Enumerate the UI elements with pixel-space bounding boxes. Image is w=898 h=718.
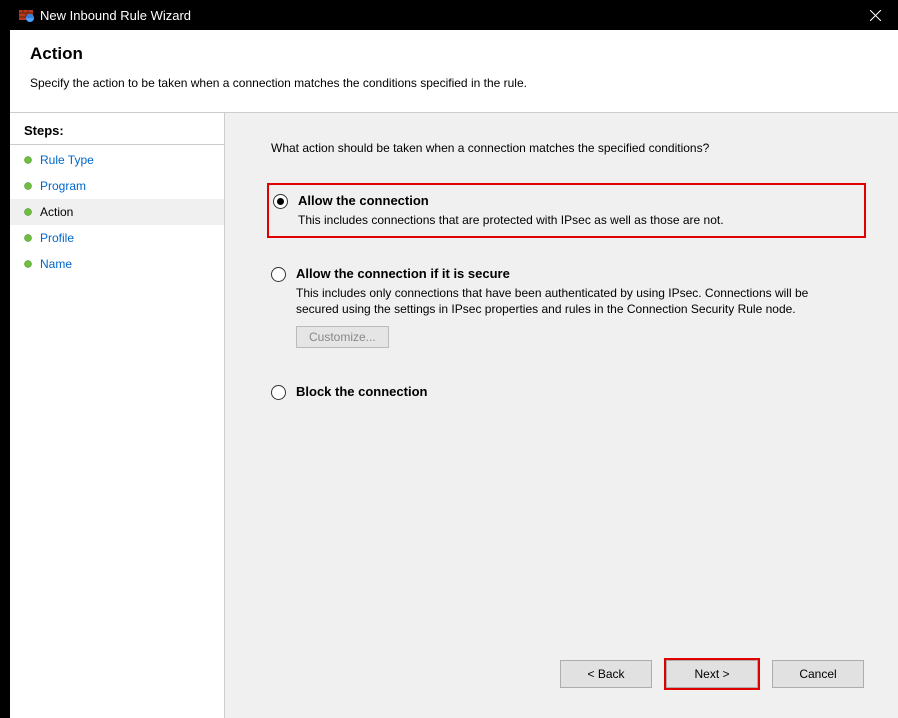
close-button[interactable] [852,0,898,30]
close-icon [870,10,881,21]
step-rule-type[interactable]: Rule Type [10,147,224,173]
option-block: Block the connection [267,376,866,411]
page-title: Action [30,44,878,64]
main-prompt: What action should be taken when a conne… [271,141,866,155]
option-allow-secure: Allow the connection if it is secure Thi… [267,258,866,355]
bullet-icon [24,208,32,216]
wizard-buttons: < Back Next > Cancel [267,658,866,698]
steps-heading: Steps: [10,119,224,145]
option-allow-desc: This includes connections that are prote… [298,212,818,228]
back-button[interactable]: < Back [560,660,652,688]
bullet-icon [24,260,32,268]
page-description: Specify the action to be taken when a co… [30,76,878,90]
option-allow-title: Allow the connection [298,193,856,208]
radio-block[interactable] [271,385,286,400]
titlebar: New Inbound Rule Wizard [10,0,898,30]
option-allow: Allow the connection This includes conne… [267,183,866,238]
step-profile[interactable]: Profile [10,225,224,251]
step-label: Name [40,257,72,271]
bullet-icon [24,234,32,242]
step-name[interactable]: Name [10,251,224,277]
radio-allow-secure[interactable] [271,267,286,282]
next-button[interactable]: Next > [666,660,758,688]
option-allow-secure-title: Allow the connection if it is secure [296,266,858,281]
step-program[interactable]: Program [10,173,224,199]
radio-allow[interactable] [273,194,288,209]
bullet-icon [24,182,32,190]
main-panel: What action should be taken when a conne… [225,113,898,718]
option-allow-secure-desc: This includes only connections that have… [296,285,816,317]
firewall-icon [18,7,34,23]
option-block-title: Block the connection [296,384,858,399]
cancel-button[interactable]: Cancel [772,660,864,688]
step-label: Action [40,205,73,219]
wizard-window: New Inbound Rule Wizard Action Specify t… [10,0,898,718]
bullet-icon [24,156,32,164]
customize-button: Customize... [296,326,389,348]
step-label: Rule Type [40,153,94,167]
step-action[interactable]: Action [10,199,224,225]
window-title: New Inbound Rule Wizard [40,8,852,23]
step-label: Program [40,179,86,193]
wizard-header: Action Specify the action to be taken wh… [10,30,898,113]
step-label: Profile [40,231,74,245]
steps-sidebar: Steps: Rule Type Program Action Profile [10,113,225,718]
